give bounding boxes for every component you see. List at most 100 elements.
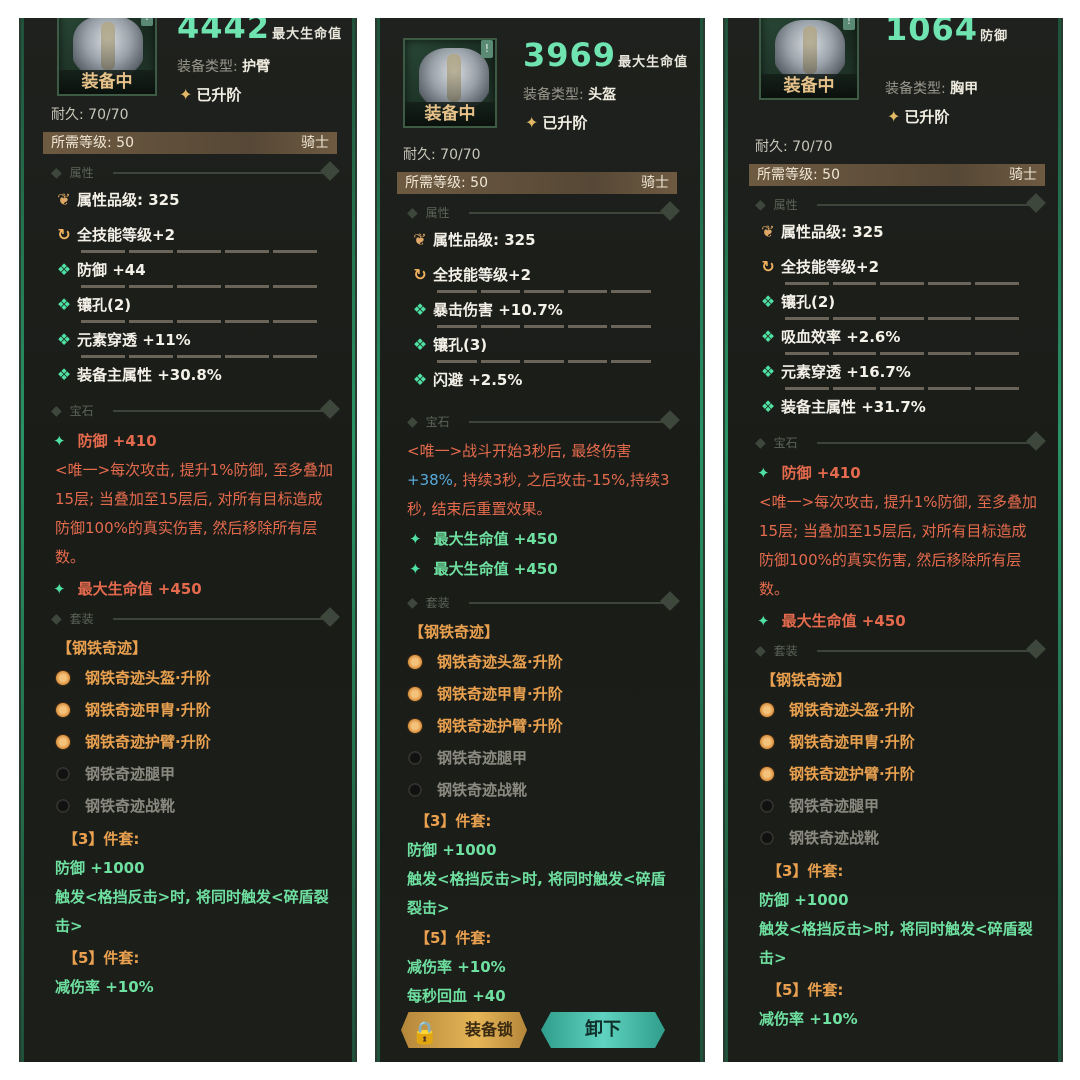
set-inactive-dot-icon [55,766,71,782]
equipment-panel-helmet: ! 装备中 3969最大生命值 装备类型: 头盔 已升阶 耐久: 70/70 所… [375,18,705,1062]
section-divider [469,212,663,214]
attribute-text: 全技能等级+2 [77,226,176,244]
set-piece-name: 钢铁奇迹腿甲 [85,765,176,783]
refresh-icon: ↻ [413,265,427,284]
diamond-icon [320,607,340,627]
main-stat: 3969 最大生命值 [523,36,688,74]
set-active-dot-icon [407,686,423,702]
gem-stat: 防御 +410 [757,458,1061,488]
section-divider [817,204,1029,206]
arrow-diamond-icon: ❖ [760,327,776,346]
attribute-row: ❖ 装备主属性 +31.7% [755,395,1027,430]
section-gems: 宝石 [407,410,680,433]
attribute-text: 全技能等级+2 [433,266,532,284]
upgraded-status: 已升阶 [525,112,587,133]
set-name: 【钢铁奇迹】 [409,623,500,641]
set-active-dot-icon [407,654,423,670]
diamond-icon [660,410,680,430]
set-piece-name: 钢铁奇迹腿甲 [789,797,880,815]
set-bonus-line: 触发<格挡反击>时, 将同时触发<碎盾裂击> [759,920,1033,967]
attribute-text: 镶孔(3) [433,336,488,354]
set-inactive-dot-icon [759,830,775,846]
equipment-lock-label: 装备锁 [464,1020,513,1039]
equipped-label: 装备中 [405,102,495,126]
equipped-label: 装备中 [59,70,155,94]
equipment-type-prefix: 装备类型: [177,59,238,75]
lotus-icon: ❦ [761,222,775,241]
set-piece: 钢铁奇迹护臂·升阶 [759,758,1061,790]
arrow-diamond-icon: ❖ [412,370,428,389]
section-divider [113,410,323,412]
lock-badge-icon: ! [481,40,493,58]
set-inactive-dot-icon [759,798,775,814]
attribute-row: ❖ 镶孔(2) [51,293,325,328]
section-divider [113,618,323,620]
equipment-lock-button[interactable]: 🔒 装备锁 [401,1012,527,1048]
attribute-row: ❖ 镶孔(3) [407,333,659,368]
item-icon-frame[interactable]: ! 装备中 [403,38,497,128]
section-divider [817,442,1029,444]
set-piece: 钢铁奇迹战靴 [55,790,355,822]
attribute-row: ↻ 全技能等级+2 [755,255,1027,290]
set-piece-name: 钢铁奇迹头盔·升阶 [789,701,915,719]
attribute-row: ❖ 暴击伤害 +10.7% [407,298,659,333]
set-inactive-dot-icon [407,782,423,798]
section-set-title: 套装 [425,596,450,610]
set-active-dot-icon [55,670,71,686]
arrow-diamond-icon: ❖ [56,330,72,349]
gem-stat: 最大生命值 +450 [409,524,703,554]
item-icon-frame[interactable]: ! 装备中 [57,18,157,96]
set-bonus-line: 触发<格挡反击>时, 将同时触发<碎盾裂击> [55,888,329,935]
diamond-icon [1026,193,1046,213]
arrow-diamond-icon: ❖ [56,260,72,279]
attribute-row: ❖ 吸血效率 +2.6% [755,325,1027,360]
set-piece: 钢铁奇迹战靴 [407,774,703,806]
set-bonus-line: 防御 +1000 [55,859,145,877]
attribute-bar [437,325,651,328]
attribute-text: 装备主属性 +30.8% [77,366,222,384]
refresh-icon: ↻ [761,257,775,276]
gem-description: <唯一>每次攻击, 提升1%防御, 至多叠加15层; 当叠加至15层后, 对所有… [759,493,1038,598]
set-bonus-5-head: 【5】件套: [63,949,140,967]
main-stat-value: 1064 [885,18,979,48]
set-bonus-line: 防御 +1000 [407,841,497,859]
attribute-text: 镶孔(2) [77,296,132,314]
set-piece-name: 钢铁奇迹甲胄·升阶 [437,685,563,703]
attribute-bar [437,360,651,363]
bracer-item-icon [73,18,143,76]
attribute-row: ❦ 属性品级: 325 [755,220,1027,255]
set-piece: 钢铁奇迹战靴 [759,822,1061,854]
attribute-text: 全技能等级+2 [781,258,880,276]
equipment-panel-bracer: ! 装备中 4442最大生命值 装备类型: 护臂 已升阶 耐久: 70/70 所… [19,18,357,1062]
section-gems: 宝石 [51,399,340,422]
set-piece: 钢铁奇迹甲胄·升阶 [759,726,1061,758]
main-stat: 4442 最大生命值 [177,18,342,46]
padlock-icon: 🔒 [411,1021,439,1046]
attribute-text: 镶孔(2) [781,293,836,311]
class-requirement: 骑士 [1009,167,1037,183]
set-piece-name: 钢铁奇迹甲胄·升阶 [85,701,211,719]
set-piece-name: 钢铁奇迹腿甲 [437,749,528,767]
level-requirement: 所需等级: 50 [757,167,840,183]
equipment-type-prefix: 装备类型: [885,81,946,97]
section-set: 套装 [755,639,1046,662]
attribute-row: ❖ 镶孔(2) [755,290,1027,325]
gem-stat: 最大生命值 +450 [757,606,1061,636]
unequip-button[interactable]: 卸下 [541,1012,665,1048]
gem-stat: 防御 +410 [53,426,355,456]
equipment-type: 装备类型: 头盔 [523,84,616,104]
set-piece: 钢铁奇迹腿甲 [407,742,703,774]
set-inactive-dot-icon [407,750,423,766]
arrow-diamond-icon: ❖ [760,362,776,381]
attribute-bar [81,285,317,288]
level-requirement: 所需等级: 50 [405,175,488,191]
gem-description: <唯一>每次攻击, 提升1%防御, 至多叠加15层; 当叠加至15层后, 对所有… [55,461,334,566]
arrow-diamond-icon: ❖ [760,292,776,311]
item-icon-frame[interactable]: ! 装备中 [759,18,859,100]
set-bonus-3-head: 【3】件套: [415,812,492,830]
equipment-type-value: 护臂 [242,59,271,75]
set-piece-name: 钢铁奇迹护臂·升阶 [437,717,563,735]
diamond-icon [1026,431,1046,451]
set-bonus-line: 每秒回血 +40 [407,987,506,1005]
lock-badge-icon: ! [843,18,855,30]
